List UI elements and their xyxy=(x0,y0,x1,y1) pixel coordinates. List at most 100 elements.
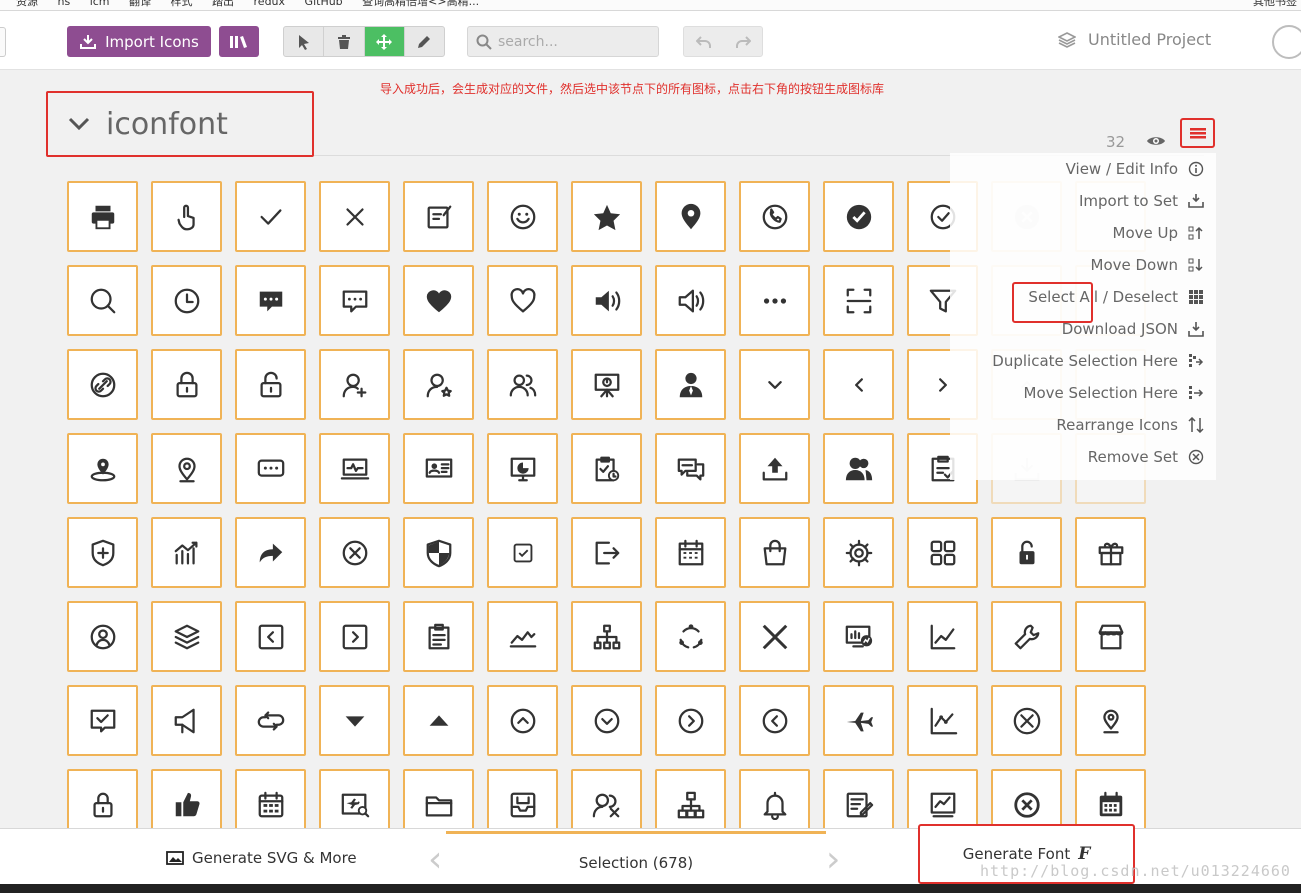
selection-tab[interactable]: Selection (678) xyxy=(446,831,826,891)
icon-cell[interactable] xyxy=(739,181,810,252)
icon-cell[interactable] xyxy=(403,265,474,336)
bookmark-item[interactable]: 踏出 xyxy=(212,0,234,7)
menu-move-selection[interactable]: Move Selection Here xyxy=(950,377,1216,409)
icon-cell[interactable] xyxy=(151,349,222,420)
icon-cell[interactable] xyxy=(319,601,390,672)
icon-cell[interactable] xyxy=(739,517,810,588)
icon-cell[interactable] xyxy=(235,349,306,420)
icon-cell[interactable] xyxy=(151,181,222,252)
icon-cell[interactable] xyxy=(487,349,558,420)
icon-cell[interactable] xyxy=(907,517,978,588)
icon-cell[interactable] xyxy=(571,349,642,420)
visibility-toggle[interactable] xyxy=(1146,133,1166,153)
project-title-area[interactable]: Untitled Project xyxy=(1058,30,1211,49)
menu-import-to-set[interactable]: Import to Set xyxy=(950,185,1216,217)
icon-cell[interactable] xyxy=(739,601,810,672)
icon-cell[interactable] xyxy=(655,181,726,252)
icon-cell[interactable] xyxy=(67,433,138,504)
bookmark-item[interactable]: GitHub xyxy=(305,0,343,7)
icon-cell[interactable] xyxy=(823,181,894,252)
icon-cell[interactable] xyxy=(319,685,390,756)
menu-duplicate-selection[interactable]: Duplicate Selection Here xyxy=(950,345,1216,377)
icon-cell[interactable] xyxy=(319,433,390,504)
icon-cell[interactable] xyxy=(655,433,726,504)
redo-button[interactable] xyxy=(723,27,762,56)
icon-cell[interactable] xyxy=(739,265,810,336)
icon-cell[interactable] xyxy=(67,349,138,420)
delete-tool-button[interactable] xyxy=(324,27,365,56)
icon-cell[interactable] xyxy=(151,685,222,756)
icon-cell[interactable] xyxy=(151,601,222,672)
icon-cell[interactable] xyxy=(655,517,726,588)
icon-cell[interactable] xyxy=(991,517,1062,588)
menu-remove-set[interactable]: Remove Set xyxy=(950,441,1216,473)
icon-cell[interactable] xyxy=(571,181,642,252)
icon-cell[interactable] xyxy=(403,517,474,588)
bookmark-other[interactable]: 其他书签 xyxy=(1253,0,1297,7)
icon-cell[interactable] xyxy=(907,685,978,756)
icon-cell[interactable] xyxy=(487,685,558,756)
icon-cell[interactable] xyxy=(403,685,474,756)
select-tool-button[interactable] xyxy=(284,27,325,56)
user-avatar[interactable] xyxy=(1272,25,1301,59)
generate-svg-button[interactable]: Generate SVG & More xyxy=(166,849,357,867)
menu-move-down[interactable]: Move Down xyxy=(950,249,1216,281)
icon-cell[interactable] xyxy=(571,517,642,588)
icon-cell[interactable] xyxy=(571,433,642,504)
icon-cell[interactable] xyxy=(823,685,894,756)
icon-cell[interactable] xyxy=(739,685,810,756)
icon-cell[interactable] xyxy=(571,265,642,336)
icon-cell[interactable] xyxy=(1075,517,1146,588)
icon-cell[interactable] xyxy=(991,601,1062,672)
icon-cell[interactable] xyxy=(823,433,894,504)
icon-cell[interactable] xyxy=(319,517,390,588)
set-menu-button[interactable] xyxy=(1180,118,1215,148)
sidebar-toggle[interactable] xyxy=(0,27,6,57)
icon-cell[interactable] xyxy=(655,265,726,336)
icon-cell[interactable] xyxy=(823,349,894,420)
icon-cell[interactable] xyxy=(907,601,978,672)
undo-button[interactable] xyxy=(684,27,723,56)
icon-cell[interactable] xyxy=(1075,601,1146,672)
icon-cell[interactable] xyxy=(823,601,894,672)
bookmark-item[interactable]: ns xyxy=(58,0,71,7)
icon-cell[interactable] xyxy=(403,181,474,252)
icon-cell[interactable] xyxy=(67,517,138,588)
icon-cell[interactable] xyxy=(739,349,810,420)
icon-cell[interactable] xyxy=(403,349,474,420)
icon-cell[interactable] xyxy=(403,433,474,504)
icon-cell[interactable] xyxy=(151,517,222,588)
icon-cell[interactable] xyxy=(655,349,726,420)
bookmark-item[interactable]: 翻译 xyxy=(129,0,151,7)
icon-cell[interactable] xyxy=(991,685,1062,756)
import-icons-button[interactable]: Import Icons xyxy=(67,26,211,57)
bookmark-item[interactable]: 资源 xyxy=(16,0,38,7)
icon-cell[interactable] xyxy=(319,349,390,420)
bookmark-item[interactable]: redux xyxy=(254,0,286,7)
edit-tool-button[interactable] xyxy=(405,27,444,56)
icon-cell[interactable] xyxy=(235,601,306,672)
menu-view-edit-info[interactable]: View / Edit Info xyxy=(950,153,1216,185)
icon-set-header[interactable]: iconfont xyxy=(46,91,314,157)
icon-cell[interactable] xyxy=(571,601,642,672)
icon-cell[interactable] xyxy=(67,265,138,336)
icon-cell[interactable] xyxy=(1075,685,1146,756)
icon-cell[interactable] xyxy=(319,265,390,336)
icon-cell[interactable] xyxy=(235,265,306,336)
icon-cell[interactable] xyxy=(319,181,390,252)
icon-cell[interactable] xyxy=(235,517,306,588)
icon-cell[interactable] xyxy=(235,181,306,252)
icon-cell[interactable] xyxy=(487,601,558,672)
icon-cell[interactable] xyxy=(151,433,222,504)
menu-rearrange-icons[interactable]: Rearrange Icons xyxy=(950,409,1216,441)
icon-cell[interactable] xyxy=(67,685,138,756)
icon-cell[interactable] xyxy=(487,181,558,252)
icon-cell[interactable] xyxy=(151,265,222,336)
bookmark-item[interactable]: icm xyxy=(90,0,110,7)
icon-library-button[interactable] xyxy=(219,26,259,57)
icon-cell[interactable] xyxy=(655,685,726,756)
icon-cell[interactable] xyxy=(655,601,726,672)
search-box[interactable]: search... xyxy=(467,26,659,57)
menu-move-up[interactable]: Move Up xyxy=(950,217,1216,249)
icon-cell[interactable] xyxy=(235,685,306,756)
